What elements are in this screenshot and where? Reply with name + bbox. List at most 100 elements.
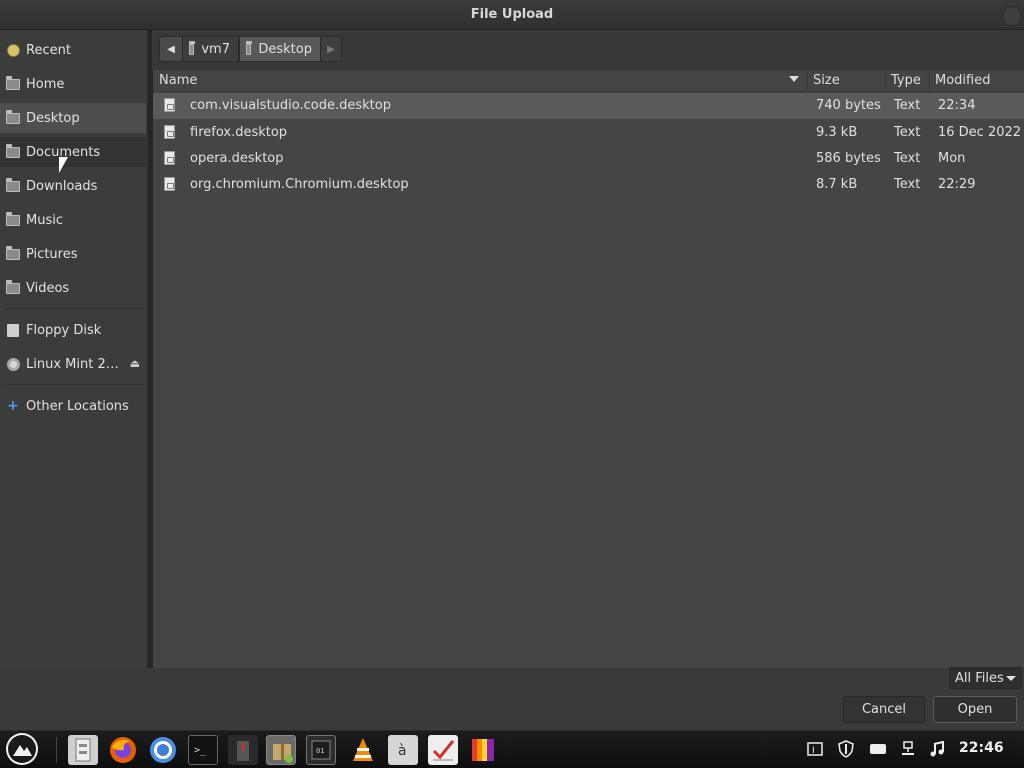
keyboard-layout-icon[interactable]: I [806,740,824,758]
display-icon[interactable] [869,740,887,758]
column-divider[interactable] [885,72,886,90]
sidebar-item-other-locations[interactable]: + Other Locations [0,391,146,421]
taskbar: >_ 01 à I 22:46 [0,730,1024,768]
home-folder-icon [189,40,196,55]
column-header-name[interactable]: Name [159,73,197,88]
vlc-icon[interactable] [348,735,378,765]
file-name: com.visualstudio.code.desktop [190,98,391,113]
file-modified: Mon [938,151,966,166]
sidebar-item-pictures[interactable]: Pictures [0,239,146,269]
file-name: org.chromium.Chromium.desktop [190,177,409,192]
clock[interactable]: 22:46 [959,740,1004,756]
file-type: Text [894,177,921,192]
sidebar-item-floppy-disk[interactable]: Floppy Disk [0,315,146,345]
sidebar-item-label: Linux Mint 2… [26,356,119,372]
sidebar-item-label: Home [26,76,65,92]
shield-icon[interactable] [837,740,855,758]
sidebar-item-label: Music [26,212,63,228]
mouse-pointer-icon [59,157,68,173]
path-back-button[interactable]: ◀ [159,36,183,62]
file-type: Text [894,125,921,140]
system-monitor-icon[interactable]: 01 [306,735,336,765]
sidebar-item-label: Floppy Disk [26,322,102,338]
pictures-folder-icon [6,245,20,260]
column-header-row: Name Size Type Modified [153,70,1024,92]
sidebar-divider [4,308,144,309]
svg-text:à: à [398,743,407,759]
text-file-icon [164,125,175,139]
file-filter-dropdown[interactable]: All Files [949,667,1022,689]
sidebar-item-home[interactable]: Home [0,69,146,99]
sidebar-item-documents[interactable]: Documents [0,137,146,167]
window-control-button[interactable] [1002,6,1022,26]
file-row[interactable]: com.visualstudio.code.desktop 740 bytes … [153,93,1024,119]
music-folder-icon [6,211,20,226]
menu-icon[interactable] [6,733,38,765]
sidebar-item-label: Pictures [26,246,78,262]
sidebar-item-desktop[interactable]: Desktop [0,103,146,133]
eject-icon[interactable]: ⏏ [130,357,140,370]
file-size: 586 bytes [816,151,881,166]
sidebar-item-label: Recent [26,42,71,58]
column-header-type[interactable]: Type [891,73,921,88]
file-type: Text [894,151,921,166]
text-file-icon [164,151,175,165]
path-crumb-label: vm7 [201,41,230,57]
sort-descending-icon[interactable] [789,76,799,82]
column-header-modified[interactable]: Modified [935,73,990,88]
sidebar-item-linux-mint[interactable]: Linux Mint 2… ⏏ [0,349,146,379]
character-map-icon[interactable]: à [388,735,418,765]
desktop-folder-icon [246,40,253,55]
taskbar-divider [56,737,57,763]
network-icon[interactable] [899,740,917,758]
documents-folder-icon [6,143,20,158]
user-icon[interactable] [228,735,258,765]
file-row[interactable]: org.chromium.Chromium.desktop 8.7 kB Tex… [153,172,1024,198]
sidebar-divider [4,384,144,385]
archive-manager-icon[interactable] [266,735,296,765]
file-modified: 22:29 [938,177,976,192]
firefox-icon[interactable] [108,735,138,765]
file-size: 8.7 kB [816,177,858,192]
text-file-icon [164,98,175,112]
column-divider[interactable] [807,72,808,90]
svg-text:01: 01 [316,747,324,755]
tasks-icon[interactable] [428,735,458,765]
cancel-button[interactable]: Cancel [843,696,925,723]
file-list: Name Size Type Modified com.visualstudio… [153,70,1024,668]
sidebar-item-label: Downloads [26,178,98,194]
chromium-icon[interactable] [148,735,178,765]
places-sidebar: Recent Home Desktop Documents Downloads … [0,30,148,668]
sidebar-item-videos[interactable]: Videos [0,273,146,303]
path-forward-button[interactable]: ▶ [320,36,342,62]
terminal-icon[interactable]: >_ [188,735,218,765]
column-header-size[interactable]: Size [813,73,840,88]
chevron-down-icon [1006,676,1016,681]
file-type: Text [894,98,921,113]
column-divider[interactable] [929,72,930,90]
file-name: opera.desktop [190,151,284,166]
home-folder-icon [6,75,20,90]
window-title: File Upload [470,7,554,22]
file-size: 9.3 kB [816,125,858,140]
file-row[interactable]: opera.desktop 586 bytes Text Mon [153,146,1024,172]
open-button[interactable]: Open [933,696,1017,723]
sidebar-item-downloads[interactable]: Downloads [0,171,146,201]
svg-text:>_: >_ [194,745,207,756]
file-row[interactable]: firefox.desktop 9.3 kB Text 16 Dec 2022 [153,120,1024,146]
videos-folder-icon [6,279,20,294]
text-file-icon [164,177,175,191]
sidebar-item-label: Desktop [26,110,80,126]
color-palette-icon[interactable] [468,735,498,765]
path-crumb-vm7[interactable]: vm7 [182,36,239,62]
file-modified: 22:34 [938,98,976,113]
title-bar: File Upload [0,0,1024,30]
file-manager-icon[interactable] [68,735,98,765]
sidebar-item-recent[interactable]: Recent [0,35,146,65]
path-crumb-desktop[interactable]: Desktop [239,36,321,62]
file-filter-value: All Files [955,670,1004,686]
sound-icon[interactable] [928,740,946,758]
sidebar-item-label: Videos [26,280,70,296]
sidebar-item-music[interactable]: Music [0,205,146,235]
optical-disc-icon [6,357,20,371]
